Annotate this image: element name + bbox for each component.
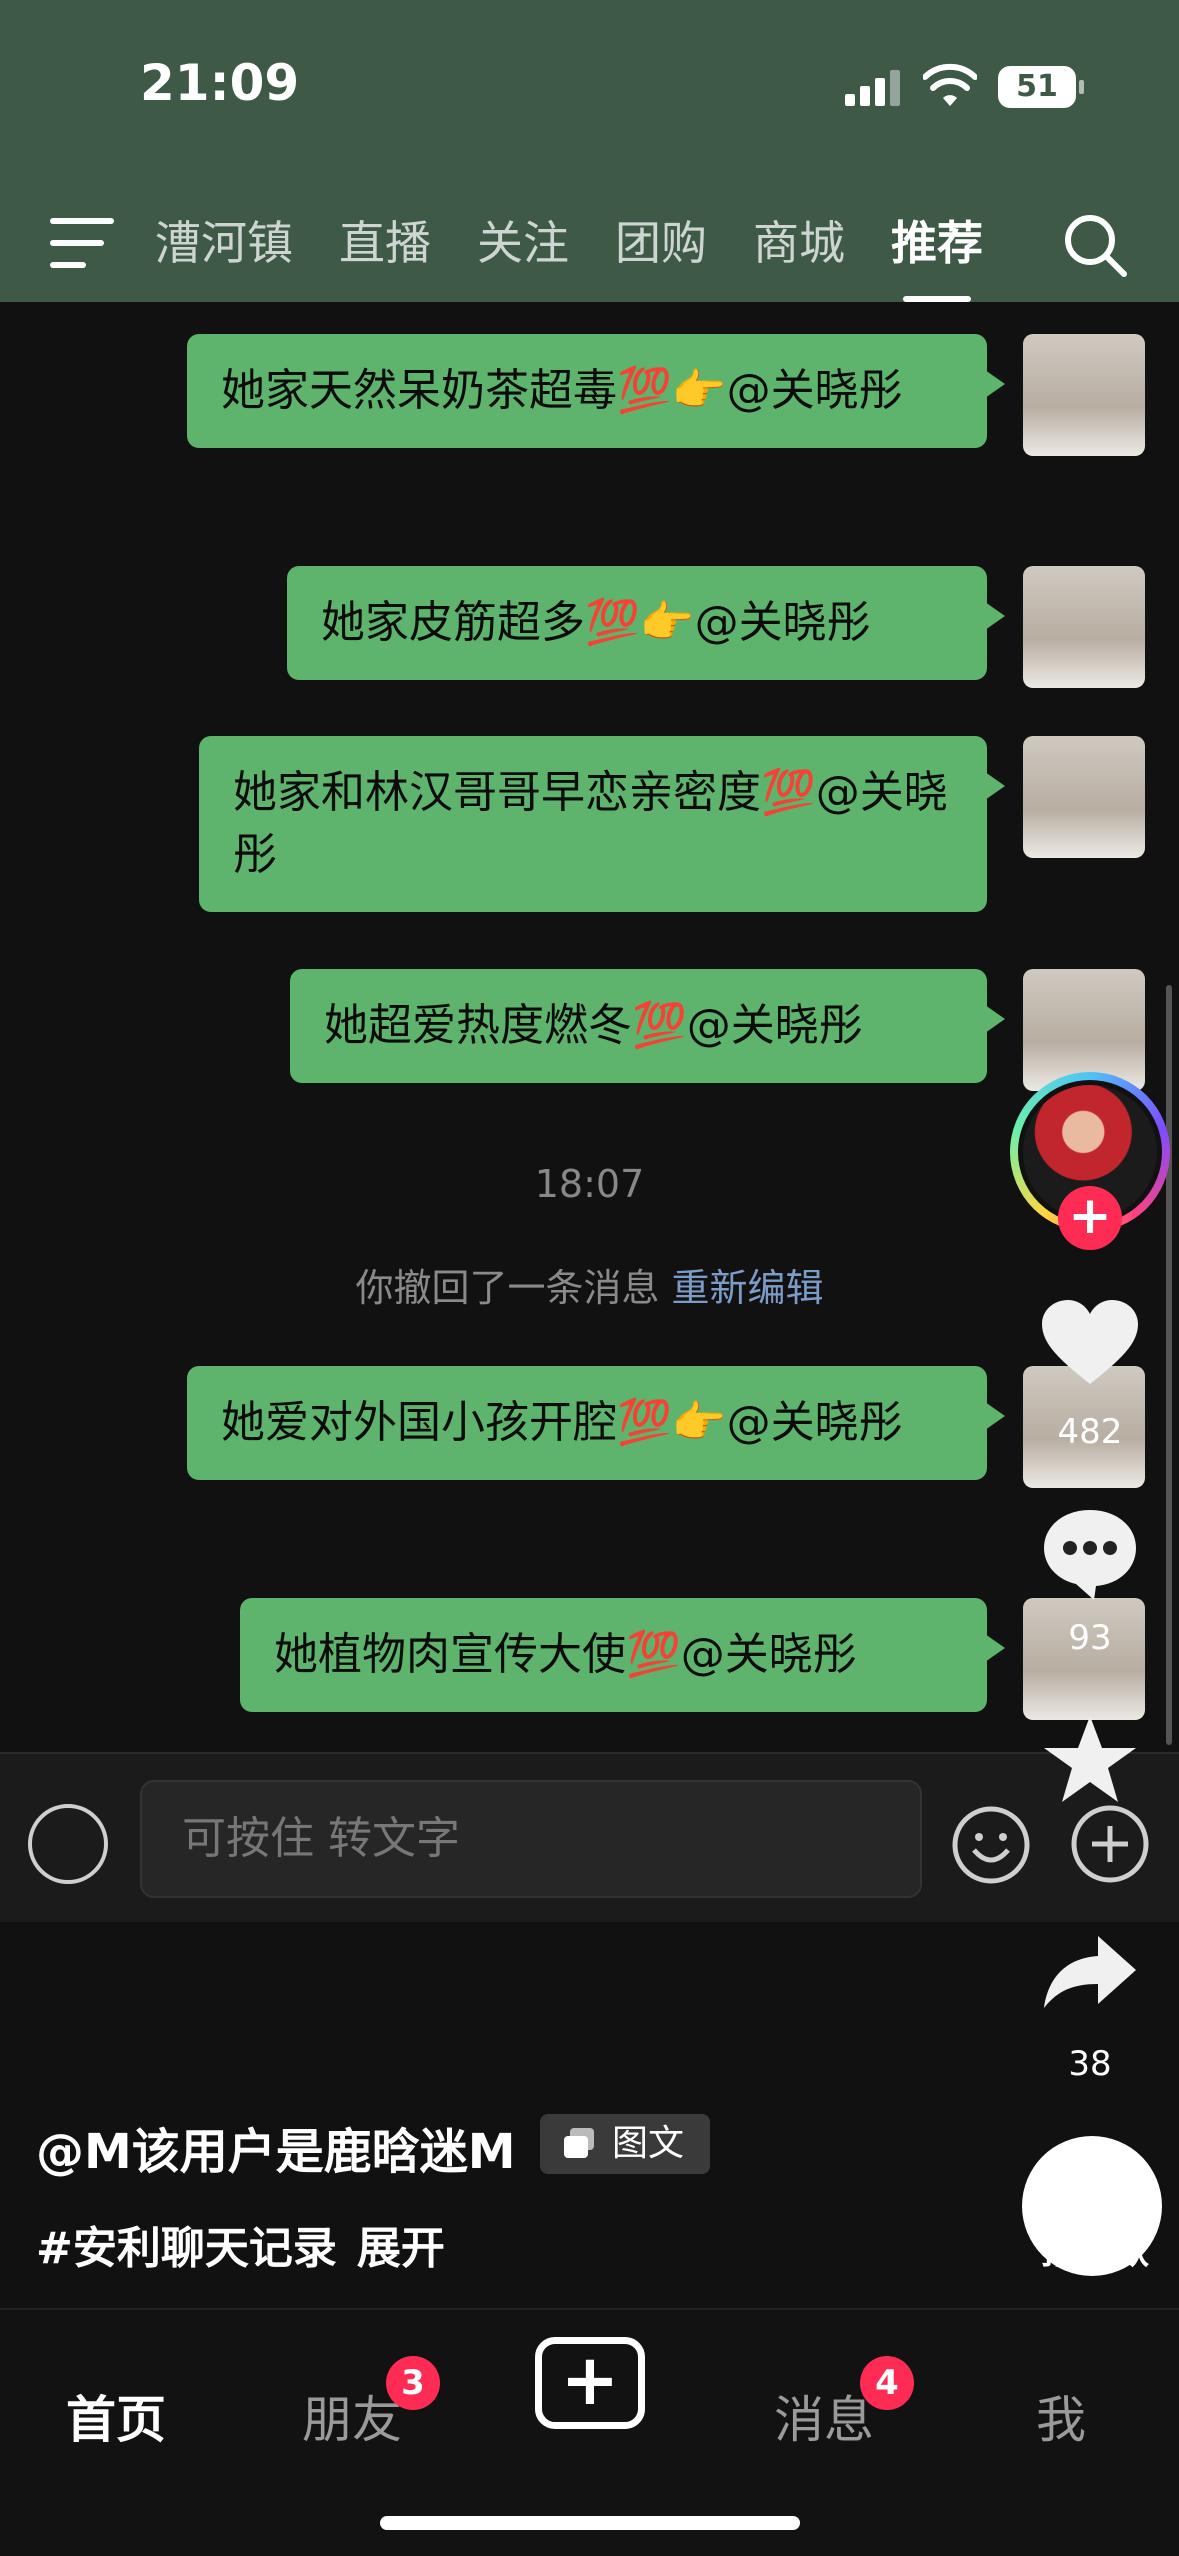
tab-group-buy[interactable]: 团购	[615, 210, 707, 276]
status-time: 21:09	[140, 54, 300, 112]
chat-bubble: 她家和林汉哥哥早恋亲密度💯@关晓彤	[199, 736, 1005, 912]
emoji-icon	[952, 1806, 1030, 1884]
share-count: 38	[1068, 2044, 1112, 2084]
chat-bubble: 她家天然呆奶茶超毒💯👉@关晓彤	[187, 334, 1005, 448]
chat-bubble-text: 她超爱热度燃冬💯@关晓彤	[324, 1000, 863, 1051]
home-indicator	[380, 2516, 800, 2530]
chat-bubble-text: 她家天然呆奶茶超毒💯👉@关晓彤	[221, 365, 903, 416]
follow-button[interactable]: +	[1058, 1186, 1122, 1250]
tab-following[interactable]: 关注	[477, 210, 569, 276]
tab-mall[interactable]: 商城	[753, 210, 845, 276]
same-style-label[interactable]: 拍同款	[1010, 2222, 1179, 2274]
share-icon[interactable]	[1040, 1932, 1140, 2012]
expand-link[interactable]: 展开	[357, 2223, 445, 2274]
add-icon	[1071, 1805, 1149, 1883]
content-type-chip: 图文	[540, 2114, 711, 2174]
chat-bubble: 她超爱热度燃冬💯@关晓彤	[290, 969, 1005, 1083]
caption: #安利聊天记录 展开	[36, 2212, 445, 2276]
scrollbar	[1166, 985, 1172, 1745]
chat-timestamp: 18:07	[534, 1162, 645, 1206]
tab-live[interactable]: 直播	[339, 210, 431, 276]
search-icon[interactable]	[1062, 212, 1128, 278]
create-button[interactable]: +	[535, 2337, 645, 2429]
author-name[interactable]: @M该用户是鹿晗迷M	[36, 2112, 516, 2182]
voice-icon	[28, 1804, 108, 1884]
chat-bubble-text: 她植物肉宣传大使💯@关晓彤	[274, 1629, 857, 1680]
recall-notice: 你撤回了一条消息 重新编辑	[0, 1257, 1179, 1312]
messages-badge: 4	[860, 2356, 914, 2410]
top-bar: 21:09 51 漕河镇 直播 关注 团购 商城 推荐	[0, 0, 1179, 302]
signal-icon	[845, 70, 901, 106]
deer-avatar	[1023, 1598, 1145, 1720]
chat-screenshot: 她家天然呆奶茶超毒💯👉@关晓彤 她家皮筋超多💯👉@关晓彤 她家和林汉哥哥早恋亲密…	[0, 302, 1179, 1752]
battery-icon: 51	[998, 66, 1084, 108]
chat-bubble-text: 她爱对外国小孩开腔💯👉@关晓彤	[221, 1397, 903, 1448]
favorite-star-icon[interactable]	[1040, 1712, 1140, 1808]
friends-badge: 3	[386, 2356, 440, 2410]
tab-messages[interactable]: 消息	[774, 2380, 874, 2452]
tab-home[interactable]: 首页	[66, 2380, 166, 2452]
hashtag-link[interactable]: #安利聊天记录	[36, 2223, 337, 2274]
chat-bubble: 她家皮筋超多💯👉@关晓彤	[287, 566, 1005, 680]
comment-count: 93	[1068, 1618, 1112, 1658]
top-nav-tabs: 漕河镇 直播 关注 团购 商城 推荐	[155, 210, 1029, 302]
like-icon[interactable]	[1040, 1298, 1140, 1388]
recall-text: 你撤回了一条消息	[355, 1266, 660, 1310]
chat-input-bar: 可按住 转文字	[0, 1752, 1179, 1922]
chat-bubble: 她爱对外国小孩开腔💯👉@关晓彤	[187, 1366, 1005, 1480]
reedit-link: 重新编辑	[671, 1266, 824, 1310]
comment-icon[interactable]	[1040, 1506, 1140, 1602]
content-type-label: 图文	[612, 2123, 685, 2164]
wifi-icon	[923, 63, 977, 106]
chat-bubble-text: 她家皮筋超多💯👉@关晓彤	[321, 597, 871, 648]
tab-recommended[interactable]: 推荐	[891, 210, 983, 302]
menu-icon[interactable]	[50, 218, 114, 268]
tab-location[interactable]: 漕河镇	[155, 210, 293, 276]
deer-avatar	[1023, 736, 1145, 858]
chat-bubble-text: 她家和林汉哥哥早恋亲密度💯@关晓彤	[233, 767, 948, 880]
tab-me[interactable]: 我	[1036, 2380, 1086, 2452]
deer-avatar	[1023, 334, 1145, 456]
like-count: 482	[1057, 1412, 1123, 1452]
chat-text-input: 可按住 转文字	[140, 1780, 922, 1898]
image-post-icon	[564, 2128, 594, 2158]
chat-bubble: 她植物肉宣传大使💯@关晓彤	[240, 1598, 1005, 1712]
deer-avatar	[1023, 566, 1145, 688]
